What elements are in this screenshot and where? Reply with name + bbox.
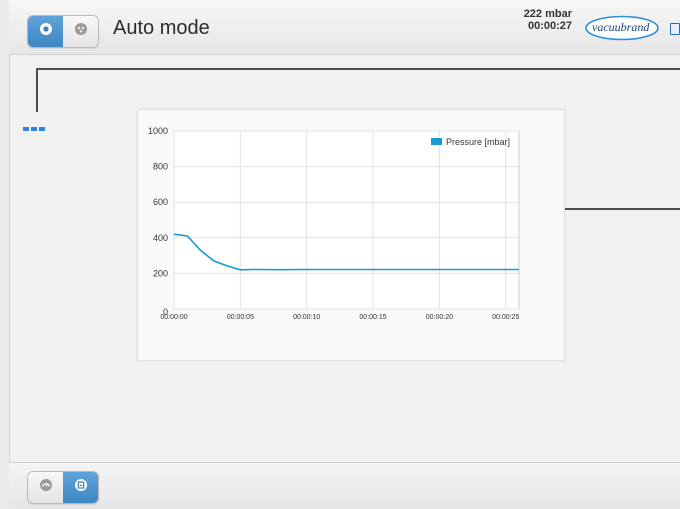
gauge-view-button[interactable] <box>28 472 63 503</box>
connector-line-right <box>548 208 680 210</box>
eye-icon <box>39 22 53 41</box>
elapsed-time: 00:00:27 <box>527 20 572 32</box>
pump-indicator-icon <box>23 127 45 131</box>
connector-line-top <box>36 68 680 70</box>
status-readout: 222 mbar 00:00:27 <box>524 8 572 32</box>
y-tick-label: 400 <box>153 233 168 243</box>
pressure-chart: 1000800600400200000:00:00 00:00:05 00:00:1… <box>148 126 520 321</box>
chart-card: 1000 800 600 400 200 0 00:00:00 00:00:05 00:00:1… <box>137 109 565 361</box>
y-tick-label: 1000 <box>148 126 168 136</box>
mode-switch <box>27 15 99 48</box>
settings-mode-button[interactable] <box>63 16 98 47</box>
view-switch <box>27 471 99 504</box>
y-tick-label: 200 <box>153 268 168 278</box>
x-tick-label: 00:00:00 <box>160 314 187 321</box>
logo-text: vacuubrand <box>592 20 650 34</box>
x-tick-label: 00:00:25 <box>492 314 519 321</box>
monitor-mode-button[interactable] <box>28 16 63 47</box>
gauge-icon <box>39 478 53 497</box>
legend-label: Pressure [mbar] <box>446 137 510 147</box>
connector-line-left <box>36 68 38 112</box>
pressure-readout: 222 mbar <box>523 8 572 20</box>
footer-bar <box>9 462 680 509</box>
chart-icon <box>74 478 88 497</box>
chart-view-button[interactable] <box>63 472 98 503</box>
x-tick-label: 00:00:05 <box>227 314 254 321</box>
y-tick-label: 800 <box>153 162 168 172</box>
device-icon[interactable] <box>670 23 680 35</box>
x-tick-label: 00:00:10 <box>293 314 320 321</box>
x-tick-label: 00:00:20 <box>426 314 453 321</box>
settings-icon <box>74 22 88 41</box>
plot-area <box>173 130 520 310</box>
header-bar <box>9 0 680 55</box>
page-title: Auto mode <box>113 17 210 39</box>
y-tick-label: 600 <box>153 197 168 207</box>
x-tick-label: 00:00:15 <box>359 314 386 321</box>
legend-swatch <box>431 138 442 145</box>
